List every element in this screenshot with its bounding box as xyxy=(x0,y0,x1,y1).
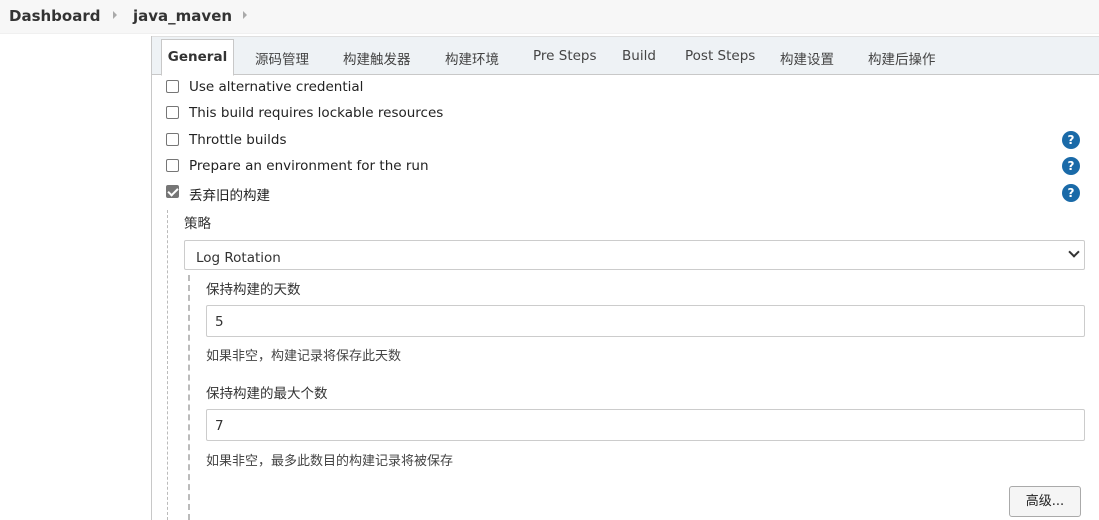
tab-environment[interactable]: 构建环境 xyxy=(445,48,499,68)
alt-credential-checkbox[interactable] xyxy=(166,80,179,93)
advanced-button[interactable]: 高级... xyxy=(1009,486,1081,517)
tab-triggers[interactable]: 构建触发器 xyxy=(343,48,411,68)
max-builds-hint: 如果非空，最多此数目的构建记录将被保存 xyxy=(206,454,454,469)
days-to-keep-hint: 如果非空，构建记录将保存此天数 xyxy=(206,349,402,364)
tab-general[interactable]: General xyxy=(161,39,234,76)
alt-credential-label[interactable]: Use alternative credential xyxy=(189,79,363,95)
log-rotation-section-guide xyxy=(188,275,190,520)
chevron-down-icon xyxy=(1068,246,1080,258)
breadcrumb: Dashboard java_maven xyxy=(0,0,1099,34)
tab-post-build[interactable]: 构建后操作 xyxy=(868,48,936,68)
throttle-builds-label[interactable]: Throttle builds xyxy=(189,132,286,148)
tab-build[interactable]: Build xyxy=(622,48,656,64)
discard-help-icon[interactable]: ? xyxy=(1062,184,1080,202)
content-divider xyxy=(151,36,152,520)
strategy-select[interactable]: Log Rotation xyxy=(184,240,1085,270)
lockable-resources-checkbox[interactable] xyxy=(166,106,179,119)
days-to-keep-input[interactable]: 5 xyxy=(206,305,1085,337)
breadcrumb-dashboard[interactable]: Dashboard xyxy=(9,7,100,25)
max-builds-label: 保持构建的最大个数 xyxy=(206,386,328,402)
discard-section-guide xyxy=(167,210,168,520)
prepare-env-help-icon[interactable]: ? xyxy=(1062,157,1080,175)
prepare-env-checkbox[interactable] xyxy=(166,159,179,172)
tab-build-settings[interactable]: 构建设置 xyxy=(780,48,834,68)
tab-scm[interactable]: 源码管理 xyxy=(255,48,309,68)
throttle-help-icon[interactable]: ? xyxy=(1062,131,1080,149)
strategy-label: 策略 xyxy=(184,216,211,232)
tab-post-steps[interactable]: Post Steps xyxy=(685,48,755,64)
max-builds-input[interactable]: 7 xyxy=(206,409,1085,441)
breadcrumb-chevron-icon[interactable] xyxy=(243,11,247,19)
throttle-builds-checkbox[interactable] xyxy=(166,133,179,146)
breadcrumb-job[interactable]: java_maven xyxy=(133,7,232,25)
days-to-keep-label: 保持构建的天数 xyxy=(206,282,301,298)
discard-old-builds-label[interactable]: 丢弃旧的构建 xyxy=(189,184,270,204)
tab-pre-steps[interactable]: Pre Steps xyxy=(533,48,597,64)
discard-old-builds-checkbox[interactable] xyxy=(166,185,179,198)
lockable-resources-label[interactable]: This build requires lockable resources xyxy=(189,105,443,121)
config-tabbar: General 源码管理 构建触发器 构建环境 Pre Steps Build … xyxy=(152,36,1099,76)
breadcrumb-chevron-icon[interactable] xyxy=(113,11,117,19)
strategy-select-value: Log Rotation xyxy=(196,250,281,266)
prepare-env-label[interactable]: Prepare an environment for the run xyxy=(189,158,429,174)
